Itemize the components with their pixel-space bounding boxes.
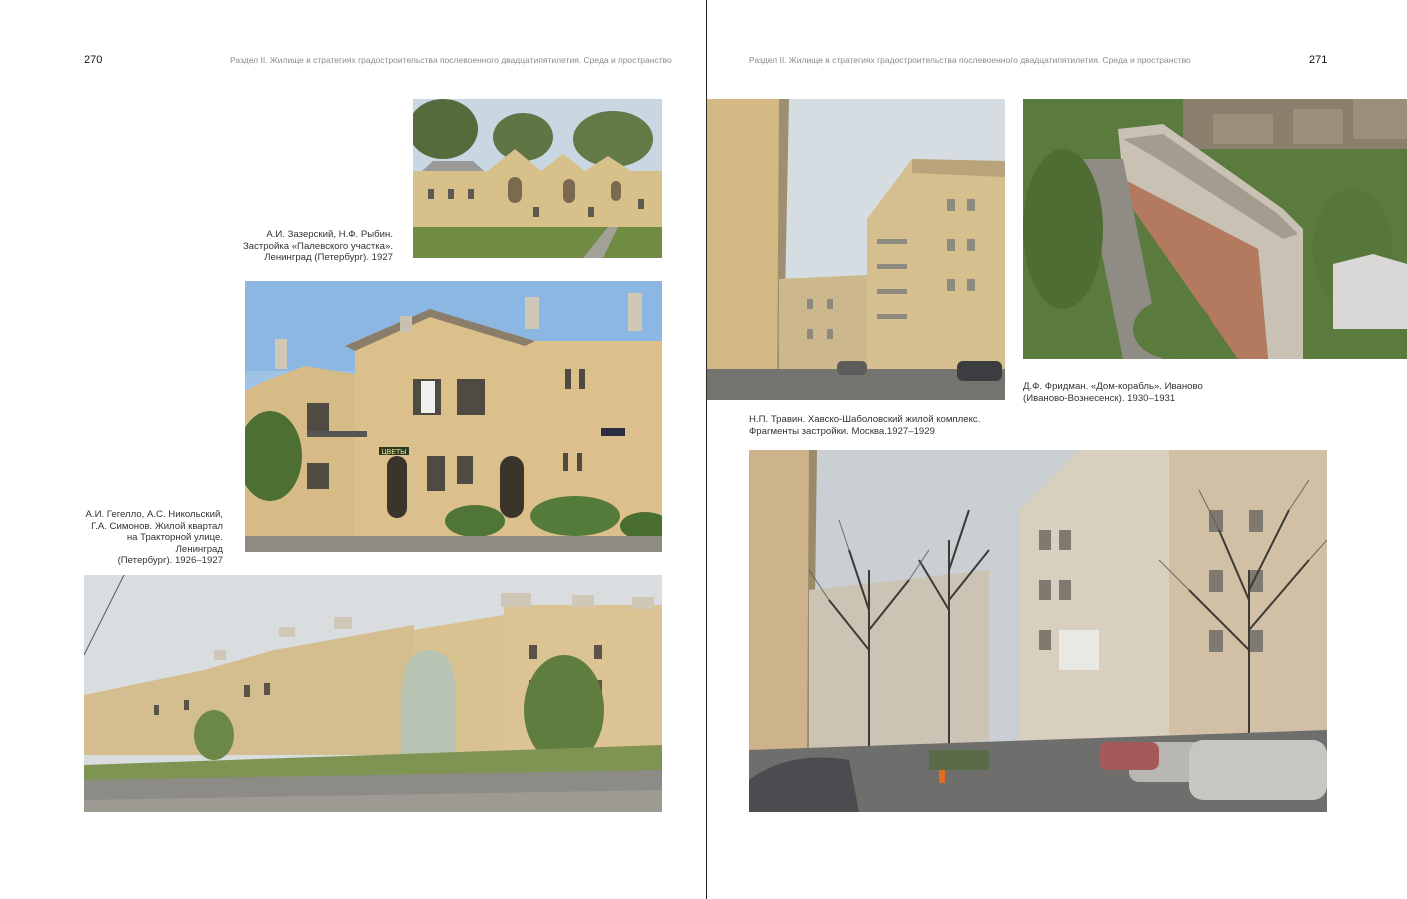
- photo-dom-korabl: [1023, 99, 1407, 359]
- running-header-left: Раздел II. Жилище в стратегиях градостро…: [230, 55, 672, 65]
- page-number-right: 271: [1309, 54, 1328, 66]
- photo-palevsky-housing: [413, 99, 662, 258]
- caption-zazersky: А.И. Зазерский, Н.Ф. Рыбин. Застройка «П…: [242, 229, 393, 263]
- caption-travin: Н.П. Травин. Хавско-Шаболовский жилой ко…: [749, 414, 981, 437]
- page-number-left: 270: [84, 54, 103, 66]
- photo-khavsko-shabolovsky-2: [749, 450, 1327, 812]
- photo-traktornaya-wide: [84, 575, 662, 812]
- shop-sign-text: ЦВЕТЫ: [382, 449, 407, 456]
- caption-gegello: А.И. Гегелло, А.С. Никольский, Г.А. Симо…: [85, 509, 223, 566]
- photo-khavsko-shabolovsky-1: [707, 99, 1005, 400]
- photo-traktornaya-street: ЦВЕТЫ: [245, 281, 662, 552]
- running-header-right: Раздел II. Жилище в стратегиях градостро…: [749, 55, 1191, 65]
- caption-fridman: Д.Ф. Фридман. «Дом-корабль». Иваново (Ив…: [1023, 381, 1203, 404]
